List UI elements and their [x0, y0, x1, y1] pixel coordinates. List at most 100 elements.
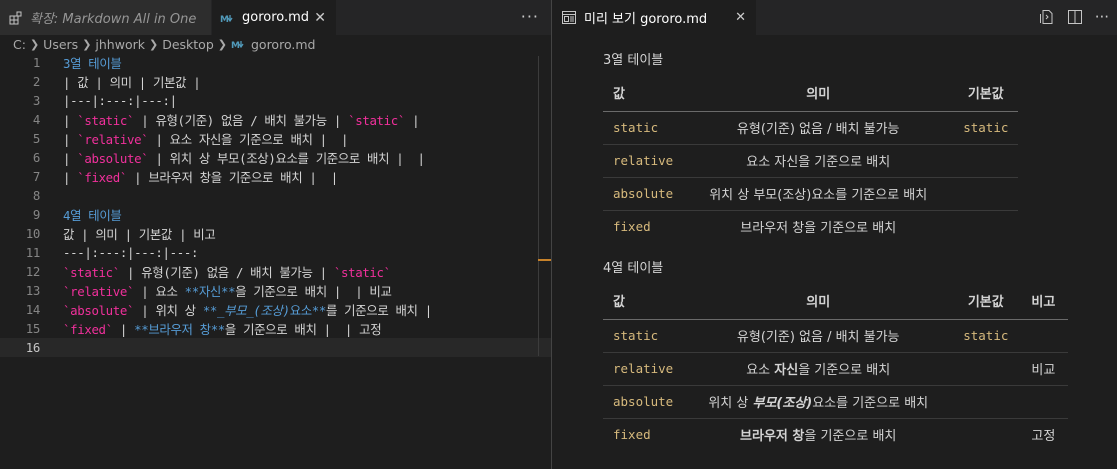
inline-code-text: `relative` [77, 131, 149, 147]
table-cell-key: absolute [603, 385, 684, 419]
chevron-right-icon: ❯ [29, 37, 40, 51]
line-text: `absolute` | 위치 상 **_부모_(조상)요소**를 기준으로 배… [63, 301, 432, 319]
line-number: 14 [25, 302, 41, 317]
table-cell-default: static [953, 319, 1019, 353]
table-cell-key: static [603, 319, 684, 353]
split-editor-icon[interactable] [1067, 9, 1083, 25]
line-number: 16 [25, 340, 41, 355]
close-icon[interactable]: ✕ [735, 10, 746, 25]
tab-preview-gororo-md[interactable]: 미리 보기 gororo.md ✕ [552, 0, 756, 35]
tab-extension-markdown-all-in-one[interactable]: 확장: Markdown All in One [0, 0, 211, 35]
table-cell-default: static [953, 111, 1019, 145]
line-number: 12 [25, 264, 41, 279]
plain-text: 을 기준으로 배치 | | 고정 [224, 321, 382, 337]
overview-ruler [538, 56, 539, 356]
table-cell-desc: 위치 상 부모(조상)요소를 기준으로 배치 [683, 177, 954, 211]
markdown-icon: M [220, 10, 236, 26]
code-line: 1 3열 테이블 [0, 53, 551, 72]
line-number: 11 [25, 245, 41, 260]
plain-text: | 브라우저 창을 기준으로 배치 | | [127, 169, 338, 185]
table-row: static 유형(기준) 없음 / 배치 불가능 static [603, 319, 1069, 353]
chevron-right-icon: ❯ [82, 37, 92, 51]
line-number: 9 [32, 207, 40, 222]
code-editor[interactable]: 1 3열 테이블 2 | 값 | 의미 | 기본값 | 3 |---|:---:… [0, 53, 551, 357]
table-cell-key: fixed [613, 218, 651, 234]
preview-group: 미리 보기 gororo.md ✕ ··· 3열 테이블 값 의미 기본값 st… [552, 0, 1117, 469]
code-line: 10 값 | 의미 | 기본값 | 비고 [0, 224, 551, 243]
breadcrumb-item[interactable]: jhhwork [95, 37, 145, 52]
plain-text: | 위치 상 [134, 302, 203, 318]
svg-text:M: M [231, 41, 240, 49]
code-line: 7 | `fixed` | 브라우저 창을 기준으로 배치 | | [0, 167, 551, 186]
tab-label: 확장: Markdown All in One [30, 12, 197, 27]
markdown-icon: M [231, 37, 247, 52]
table-row: absolute 위치 상 부모(조상)요소를 기준으로 배치 [603, 385, 1069, 419]
close-icon[interactable]: ✕ [314, 10, 326, 26]
code-line: 4 | `static` | 유형(기준) 없음 / 배치 불가능 | `sta… [0, 110, 551, 129]
inline-code-text: `static` [63, 264, 120, 280]
markdown-preview: 3열 테이블 값 의미 기본값 static 유형(기준) 없음 / 배치 불가… [552, 35, 1117, 469]
tab-gororo-md[interactable]: M gororo.md ✕ [212, 0, 336, 35]
breadcrumb: C: ❯ Users ❯ jhhwork ❯ Desktop ❯ M goror… [0, 35, 551, 53]
line-text: 4열 테이블 [63, 207, 122, 223]
line-text: ---|:---:|---:|---: [63, 245, 199, 260]
table-cell-note: 비교 [1018, 352, 1069, 386]
line-number: 15 [25, 321, 41, 336]
inline-code-text: `static` [348, 112, 405, 128]
pipe-text: | [63, 131, 78, 147]
code-line-current[interactable]: 16 [0, 338, 551, 357]
plain-text: | [112, 321, 135, 337]
code-line: 5 | `relative` | 요소 자신을 기준으로 배치 | | [0, 129, 551, 148]
table-cell-desc: 브라우저 창을 기준으로 배치 [740, 221, 897, 237]
breadcrumb-item[interactable]: gororo.md [251, 37, 315, 52]
bold-markup-text: 요소** [289, 302, 327, 318]
open-source-icon[interactable] [1039, 9, 1055, 25]
breadcrumb-item[interactable]: Desktop [162, 37, 214, 52]
table-cell-desc: 요소 자신을 기준으로 배치 [683, 144, 954, 178]
line-number: 6 [32, 150, 40, 165]
line-text: | `static` | 유형(기준) 없음 / 배치 불가능 | `stati… [63, 111, 420, 129]
code-line: 15 `fixed` | **브라우저 창**을 기준으로 배치 | | 고정 [0, 319, 551, 338]
column-header: 값 [603, 75, 684, 112]
code-line: 9 4열 테이블 [0, 205, 551, 224]
code-line: 14 `absolute` | 위치 상 **_부모_(조상)요소**를 기준으… [0, 300, 551, 319]
plain-text: | [405, 112, 420, 128]
inline-code-text: `absolute` [77, 150, 149, 166]
table-cell-key: absolute [603, 177, 684, 211]
more-actions-icon[interactable]: ··· [521, 7, 539, 26]
bold-markup-text: **자신** [184, 283, 236, 299]
table-cell-default [953, 352, 1019, 386]
plain-text: | 요소 자신을 기준으로 배치 | | [148, 131, 349, 147]
preview-actions: ··· [1039, 8, 1109, 26]
table-cell-key: static [603, 111, 684, 145]
column-header: 의미 [683, 75, 954, 112]
line-text: | 값 | 의미 | 기본값 | [63, 74, 201, 90]
line-text: | `absolute` | 위치 상 부모(조상)요소를 기준으로 배치 | … [63, 149, 425, 167]
line-number: 1 [32, 55, 40, 70]
inline-code-text: `fixed` [77, 169, 128, 185]
breadcrumb-item[interactable]: C: [13, 37, 26, 52]
inline-code-text: `static` [77, 112, 135, 128]
bold-markup-text: **브라우저 창** [134, 321, 225, 337]
editor-tab-bar: 확장: Markdown All in One M gororo.md ✕ ··… [0, 0, 551, 35]
code-line: 6 | `absolute` | 위치 상 부모(조상)요소를 기준으로 배치 … [0, 148, 551, 167]
table-4col: 값 의미 기본값 비고 static 유형(기준) 없음 / 배치 불가능 st… [603, 283, 1069, 451]
table-cell-default [953, 177, 1019, 211]
table-cell-desc: 위치 상 부모(조상)요소를 기준으로 배치 [683, 385, 954, 419]
line-text: `static` | 유형(기준) 없음 / 배치 불가능 | `static` [63, 263, 391, 281]
code-line: 12 `static` | 유형(기준) 없음 / 배치 불가능 | `stat… [0, 262, 551, 281]
bold-markup-text: ** [202, 302, 218, 318]
table3-title: 3열 테이블 [603, 53, 664, 68]
pipe-text: | [63, 150, 78, 166]
line-number: 3 [32, 93, 40, 108]
breadcrumb-item[interactable]: Users [43, 37, 78, 52]
plain-text: 을 기준으로 배치 | | 비교 [235, 283, 392, 299]
more-actions-icon[interactable]: ··· [1095, 8, 1109, 26]
plain-text: | 위치 상 부모(조상)요소를 기준으로 배치 | | [148, 150, 425, 166]
table-cell-key: relative [603, 144, 684, 178]
code-line: 3 |---|:---:|---:| [0, 91, 551, 110]
table-3col: 값 의미 기본값 static 유형(기준) 없음 / 배치 불가능 stati… [603, 75, 1019, 243]
pipe-text: | [63, 169, 78, 185]
preview-icon [562, 11, 576, 24]
line-number: 10 [25, 226, 41, 241]
